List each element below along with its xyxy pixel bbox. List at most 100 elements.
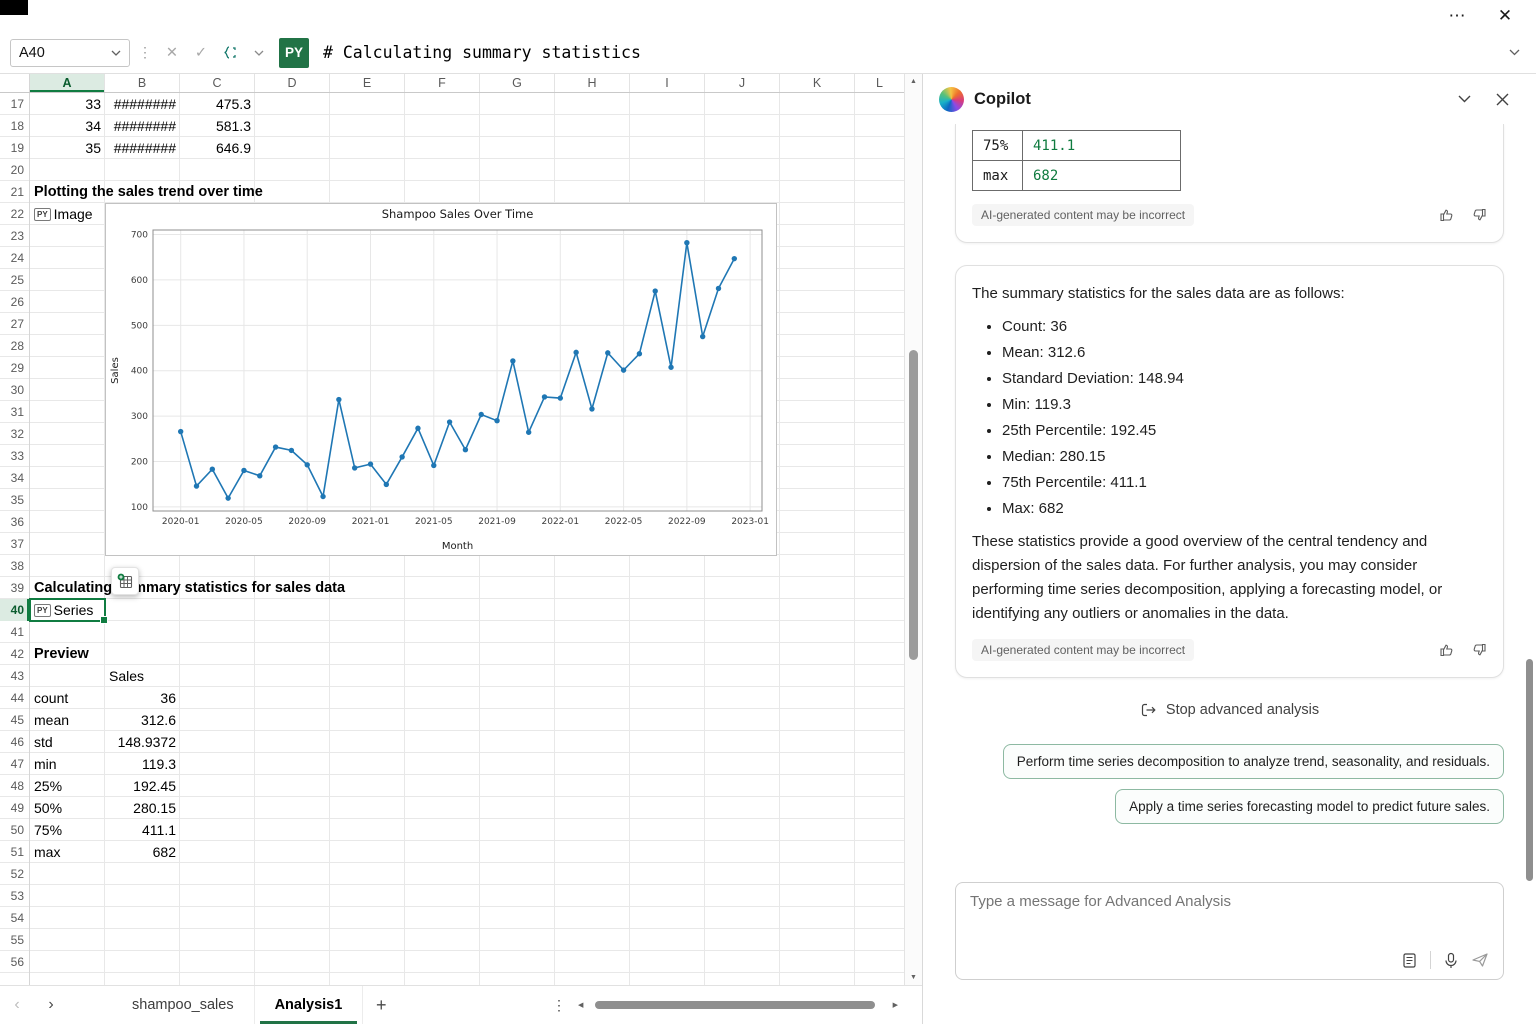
column-header-I[interactable]: I bbox=[630, 74, 705, 92]
insert-data-button[interactable] bbox=[111, 567, 139, 595]
cell-A22[interactable]: PYImage bbox=[30, 203, 97, 225]
add-sheet-button[interactable]: + bbox=[363, 986, 399, 1024]
row-header-28[interactable]: 28 bbox=[0, 335, 29, 357]
copilot-scrollbar-thumb[interactable] bbox=[1526, 659, 1533, 881]
row-header-54[interactable]: 54 bbox=[0, 907, 29, 929]
enter-icon[interactable]: ✓ bbox=[189, 40, 213, 66]
namebox-kebab-icon[interactable]: ⋮ bbox=[135, 44, 155, 61]
column-header-D[interactable]: D bbox=[255, 74, 330, 92]
copilot-collapse-icon[interactable] bbox=[1450, 85, 1478, 113]
column-header-G[interactable]: G bbox=[480, 74, 555, 92]
row-header-47[interactable]: 47 bbox=[0, 753, 29, 775]
row-header-49[interactable]: 49 bbox=[0, 797, 29, 819]
cell-B17[interactable]: ######## bbox=[105, 93, 180, 115]
window-more-button[interactable]: ⋯ bbox=[1442, 3, 1472, 29]
cell-B50[interactable]: 411.1 bbox=[105, 819, 180, 841]
thumbs-up-icon[interactable] bbox=[1439, 642, 1455, 658]
scroll-left-icon[interactable]: ◀ bbox=[578, 1001, 583, 1009]
row-header-30[interactable]: 30 bbox=[0, 379, 29, 401]
cell-A48[interactable]: 25% bbox=[30, 775, 105, 797]
cell-C18[interactable]: 581.3 bbox=[180, 115, 255, 137]
row-header-32[interactable]: 32 bbox=[0, 423, 29, 445]
row-header-22[interactable]: 22 bbox=[0, 203, 29, 225]
row-header-20[interactable]: 20 bbox=[0, 159, 29, 181]
cell-B43[interactable]: Sales bbox=[105, 665, 180, 687]
cell-A49[interactable]: 50% bbox=[30, 797, 105, 819]
row-header-52[interactable]: 52 bbox=[0, 863, 29, 885]
cell-A42[interactable]: Preview bbox=[30, 643, 93, 665]
horizontal-scrollbar[interactable]: ◀ ▶ bbox=[578, 997, 898, 1013]
thumbs-down-icon[interactable] bbox=[1471, 642, 1487, 658]
copilot-close-icon[interactable] bbox=[1488, 85, 1516, 113]
row-header-19[interactable]: 19 bbox=[0, 137, 29, 159]
expand-formula-bar-icon[interactable] bbox=[1502, 40, 1526, 66]
row-header-35[interactable]: 35 bbox=[0, 489, 29, 511]
cell-A21[interactable]: Plotting the sales trend over time bbox=[30, 181, 267, 203]
row-header-34[interactable]: 34 bbox=[0, 467, 29, 489]
cell-B47[interactable]: 119.3 bbox=[105, 753, 180, 775]
row-header-17[interactable]: 17 bbox=[0, 93, 29, 115]
tabs-back-icon[interactable]: ‹ bbox=[0, 986, 34, 1024]
cell-B49[interactable]: 280.15 bbox=[105, 797, 180, 819]
thumbs-down-icon[interactable] bbox=[1471, 207, 1487, 223]
copilot-message-input[interactable] bbox=[970, 893, 1489, 910]
tabs-forward-icon[interactable]: › bbox=[34, 986, 68, 1024]
send-icon[interactable] bbox=[1471, 952, 1489, 968]
window-close-button[interactable]: ✕ bbox=[1490, 3, 1520, 29]
grid-canvas[interactable]: 1002003004005006007002020-012020-052020-… bbox=[30, 93, 904, 985]
cell-C17[interactable]: 475.3 bbox=[180, 93, 255, 115]
row-header-53[interactable]: 53 bbox=[0, 885, 29, 907]
row-header-26[interactable]: 26 bbox=[0, 291, 29, 313]
row-header-38[interactable]: 38 bbox=[0, 555, 29, 577]
row-header-46[interactable]: 46 bbox=[0, 731, 29, 753]
tabbar-kebab-icon[interactable]: ⋮ bbox=[552, 986, 566, 1024]
mic-icon[interactable] bbox=[1443, 952, 1459, 969]
embedded-chart[interactable]: 1002003004005006007002020-012020-052020-… bbox=[105, 203, 777, 556]
cell-A51[interactable]: max bbox=[30, 841, 105, 863]
cell-A50[interactable]: 75% bbox=[30, 819, 105, 841]
cell-B51[interactable]: 682 bbox=[105, 841, 180, 863]
row-header-44[interactable]: 44 bbox=[0, 687, 29, 709]
thumbs-up-icon[interactable] bbox=[1439, 207, 1455, 223]
column-header-H[interactable]: H bbox=[555, 74, 630, 92]
row-header-24[interactable]: 24 bbox=[0, 247, 29, 269]
row-header-31[interactable]: 31 bbox=[0, 401, 29, 423]
scroll-right-icon[interactable]: ▶ bbox=[893, 1001, 898, 1009]
python-function-icon[interactable] bbox=[218, 40, 242, 66]
row-header-21[interactable]: 21 bbox=[0, 181, 29, 203]
cell-C19[interactable]: 646.9 bbox=[180, 137, 255, 159]
name-box[interactable]: A40 bbox=[10, 39, 130, 67]
row-header-45[interactable]: 45 bbox=[0, 709, 29, 731]
row-header-42[interactable]: 42 bbox=[0, 643, 29, 665]
prompt-library-icon[interactable] bbox=[1401, 952, 1418, 969]
column-header-F[interactable]: F bbox=[405, 74, 480, 92]
cell-A40[interactable]: PYSeries bbox=[30, 599, 97, 621]
cell-B46[interactable]: 148.9372 bbox=[105, 731, 180, 753]
horizontal-scrollbar-track[interactable] bbox=[587, 1000, 888, 1010]
vertical-scrollbar-thumb[interactable] bbox=[909, 350, 918, 660]
cell-A46[interactable]: std bbox=[30, 731, 105, 753]
formula-input[interactable]: # Calculating summary statistics bbox=[323, 43, 1497, 62]
row-header-48[interactable]: 48 bbox=[0, 775, 29, 797]
vertical-scrollbar[interactable]: ▲ ▼ bbox=[904, 74, 922, 985]
cell-A44[interactable]: count bbox=[30, 687, 105, 709]
cell-A39[interactable]: Calculating summary statistics for sales… bbox=[30, 577, 349, 599]
row-header-36[interactable]: 36 bbox=[0, 511, 29, 533]
cell-B45[interactable]: 312.6 bbox=[105, 709, 180, 731]
row-header-55[interactable]: 55 bbox=[0, 929, 29, 951]
copilot-input-box[interactable] bbox=[955, 882, 1504, 980]
cell-B44[interactable]: 36 bbox=[105, 687, 180, 709]
suggestion-chip-1[interactable]: Perform time series decomposition to ana… bbox=[1003, 744, 1504, 779]
stop-advanced-analysis-button[interactable]: Stop advanced analysis bbox=[955, 702, 1504, 718]
cell-A17[interactable]: 33 bbox=[30, 93, 105, 115]
row-header-56[interactable]: 56 bbox=[0, 951, 29, 973]
horizontal-scrollbar-thumb[interactable] bbox=[595, 1001, 874, 1009]
suggestion-chip-2[interactable]: Apply a time series forecasting model to… bbox=[1115, 789, 1504, 824]
cell-A47[interactable]: min bbox=[30, 753, 105, 775]
cancel-icon[interactable]: ✕ bbox=[160, 40, 184, 66]
select-all-corner[interactable] bbox=[0, 74, 30, 92]
column-header-J[interactable]: J bbox=[705, 74, 780, 92]
column-header-C[interactable]: C bbox=[180, 74, 255, 92]
row-header-33[interactable]: 33 bbox=[0, 445, 29, 467]
column-header-E[interactable]: E bbox=[330, 74, 405, 92]
